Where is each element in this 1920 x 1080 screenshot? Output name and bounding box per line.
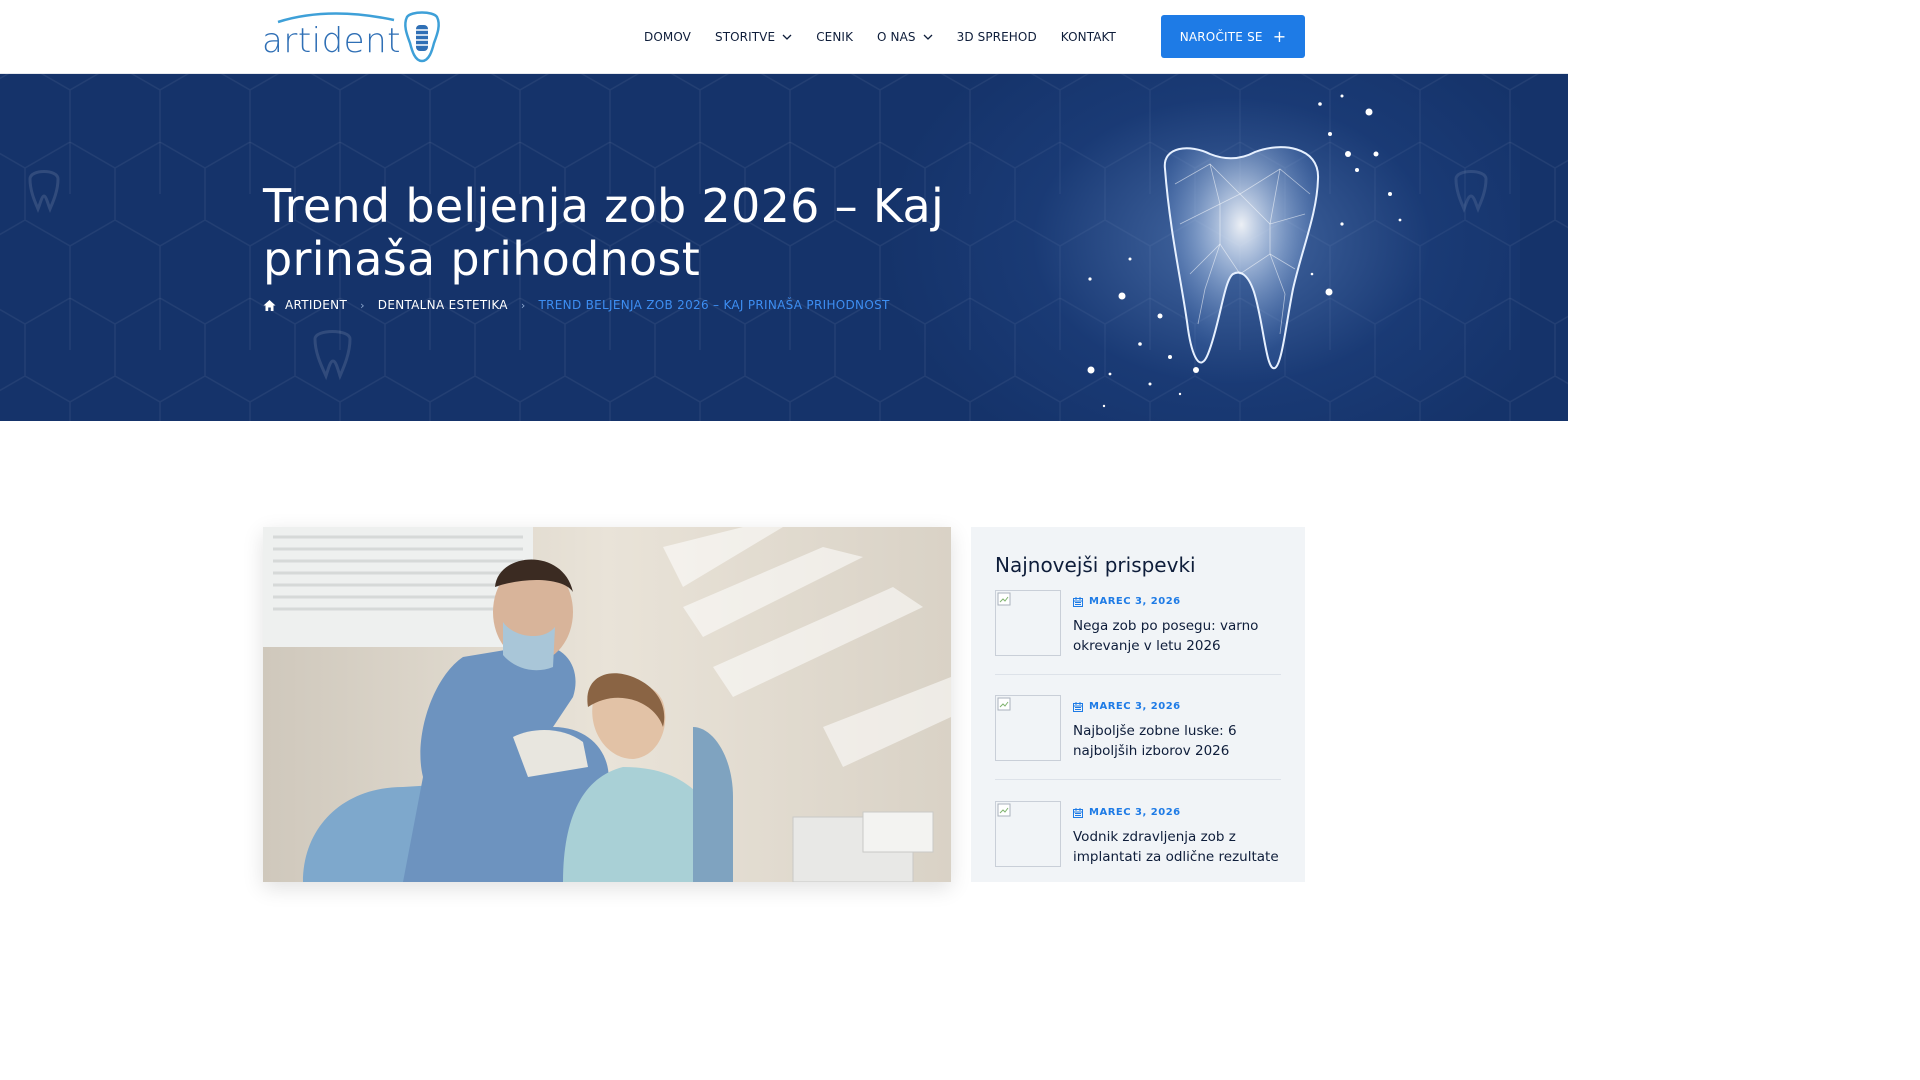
main-nav: DOMOV STORITVE CENIK O NAS 3D SPREHOD KO… bbox=[644, 30, 1140, 44]
breadcrumb-chevron-icon: › bbox=[520, 298, 526, 312]
post-divider bbox=[995, 674, 1281, 675]
post-thumbnail[interactable] bbox=[995, 695, 1061, 761]
chevron-down-icon bbox=[923, 34, 933, 40]
breadcrumb: ARTIDENT › DENTALNA ESTETIKA › TREND BEL… bbox=[263, 298, 890, 312]
site-logo[interactable]: artident bbox=[262, 10, 444, 64]
nav-label: STORITVE bbox=[714, 30, 776, 44]
post-date: MAREC 3, 2026 bbox=[1073, 701, 1181, 712]
nav-item-o-nas[interactable]: O NAS bbox=[877, 30, 933, 44]
cta-label: NAROČITE SE bbox=[1179, 29, 1263, 44]
site-header: artident DOMOV STORITVE CENIK O NAS 3D S… bbox=[0, 0, 1568, 74]
broken-image-icon bbox=[997, 697, 1011, 711]
nav-item-storitve[interactable]: STORITVE bbox=[715, 30, 792, 44]
nav-label: DOMOV bbox=[644, 30, 691, 44]
nav-item-cenik[interactable]: CENIK bbox=[816, 30, 853, 44]
post-date: MAREC 3, 2026 bbox=[1073, 807, 1181, 818]
tooth-implant-icon bbox=[404, 11, 440, 63]
calendar-icon bbox=[1073, 807, 1083, 818]
dentist-patient-photo bbox=[263, 527, 951, 882]
breadcrumb-item-current: TREND BELJENJA ZOB 2026 – KAJ PRINAŠA PR… bbox=[538, 298, 890, 312]
nav-label: CENIK bbox=[816, 30, 854, 44]
page-hero: Trend beljenja zob 2026 – Kaj prinaša pr… bbox=[0, 74, 1568, 421]
post-thumbnail[interactable] bbox=[995, 801, 1061, 867]
post-date-text: MAREC 3, 2026 bbox=[1089, 596, 1181, 607]
broken-image-icon bbox=[997, 592, 1011, 606]
recent-post-item[interactable]: MAREC 3, 2026 Vodnik zdravljenja zob z i… bbox=[995, 801, 1281, 891]
post-title-link[interactable]: Nega zob po posegu: varno okrevanje v le… bbox=[1073, 616, 1283, 656]
post-divider bbox=[995, 779, 1281, 780]
nav-item-domov[interactable]: DOMOV bbox=[644, 30, 691, 44]
glowing-tooth-illustration bbox=[1087, 94, 1402, 408]
nav-item-3d-sprehod[interactable]: 3D SPREHOD bbox=[957, 30, 1037, 44]
nav-label: O NAS bbox=[877, 30, 916, 44]
nav-item-kontakt[interactable]: KONTAKT bbox=[1061, 30, 1116, 44]
page-title: Trend beljenja zob 2026 – Kaj prinaša pr… bbox=[263, 179, 945, 286]
post-title-link[interactable]: Najboljše zobne luske: 6 najboljših izbo… bbox=[1073, 721, 1283, 761]
calendar-icon bbox=[1073, 701, 1083, 712]
logo-text: artident bbox=[262, 21, 401, 61]
post-date-text: MAREC 3, 2026 bbox=[1089, 701, 1181, 712]
recent-post-item[interactable]: MAREC 3, 2026 Nega zob po posegu: varno … bbox=[995, 590, 1281, 680]
broken-image-icon bbox=[997, 803, 1011, 817]
article-featured-image bbox=[263, 527, 951, 882]
book-appointment-button[interactable]: NAROČITE SE + bbox=[1161, 15, 1305, 58]
post-date: MAREC 3, 2026 bbox=[1073, 596, 1181, 607]
home-icon bbox=[263, 299, 276, 311]
calendar-icon bbox=[1073, 596, 1083, 607]
post-thumbnail[interactable] bbox=[995, 590, 1061, 656]
nav-label: KONTAKT bbox=[1060, 30, 1116, 44]
breadcrumb-item-category[interactable]: DENTALNA ESTETIKA bbox=[378, 298, 508, 312]
post-title-link[interactable]: Vodnik zdravljenja zob z implantati za o… bbox=[1073, 827, 1283, 867]
post-date-text: MAREC 3, 2026 bbox=[1089, 807, 1181, 818]
chevron-down-icon bbox=[782, 34, 792, 40]
breadcrumb-item-artident[interactable]: ARTIDENT bbox=[285, 298, 347, 312]
plus-icon: + bbox=[1272, 26, 1287, 46]
breadcrumb-chevron-icon: › bbox=[360, 298, 365, 312]
recent-posts-sidebar: Najnovejši prispevki MAREC 3, 2026 Nega … bbox=[971, 527, 1305, 882]
recent-post-item[interactable]: MAREC 3, 2026 Najboljše zobne luske: 6 n… bbox=[995, 695, 1281, 785]
sidebar-title: Najnovejši prispevki bbox=[995, 553, 1196, 577]
nav-label: 3D SPREHOD bbox=[956, 30, 1037, 44]
